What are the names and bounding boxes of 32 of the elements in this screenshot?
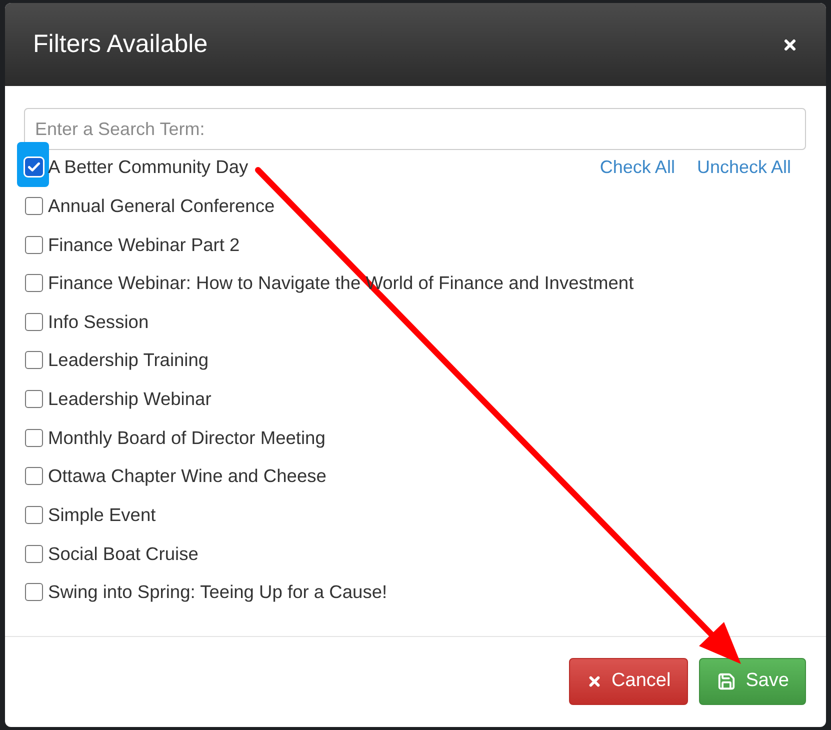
checkbox[interactable] <box>25 274 43 292</box>
checkbox[interactable] <box>25 544 43 563</box>
filter-label: Monthly Board of Director Meeting <box>48 426 326 449</box>
close-button[interactable] <box>782 36 798 52</box>
filter-label: Leadership Webinar <box>48 388 212 410</box>
checkbox[interactable] <box>25 506 43 524</box>
checkbox[interactable] <box>25 390 43 408</box>
checkbox[interactable] <box>25 236 43 254</box>
search-field[interactable]: Enter a Search Term: <box>24 108 806 150</box>
dialog-title: Filters Available <box>33 30 208 59</box>
filter-label: Swing into Spring: Teeing Up for a Cause! <box>48 581 388 604</box>
filter-label: Social Boat Cruise <box>48 542 198 565</box>
checkbox[interactable] <box>25 312 43 331</box>
check-all-link[interactable]: Check All <box>600 156 675 178</box>
filter-label: Annual General Conference <box>48 194 275 217</box>
check-icon <box>28 162 40 172</box>
uncheck-all-link[interactable]: Uncheck All <box>696 156 791 178</box>
checkbox[interactable] <box>25 351 43 370</box>
filter-label: Simple Event <box>48 504 156 526</box>
x-icon <box>586 674 602 688</box>
checkbox[interactable] <box>25 158 43 176</box>
filter-label: Finance Webinar Part 2 <box>48 234 240 256</box>
filter-label: Leadership Training <box>48 349 209 372</box>
checkbox[interactable] <box>25 428 43 447</box>
save-button[interactable]: Save <box>698 658 806 704</box>
filter-label: Info Session <box>48 310 149 333</box>
cancel-button[interactable]: Cancel <box>568 658 688 704</box>
checkbox[interactable] <box>25 467 43 486</box>
close-icon <box>782 36 798 52</box>
checkbox[interactable] <box>25 583 43 602</box>
checkbox[interactable] <box>25 196 43 215</box>
filter-label: Ottawa Chapter Wine and Cheese <box>48 465 326 488</box>
